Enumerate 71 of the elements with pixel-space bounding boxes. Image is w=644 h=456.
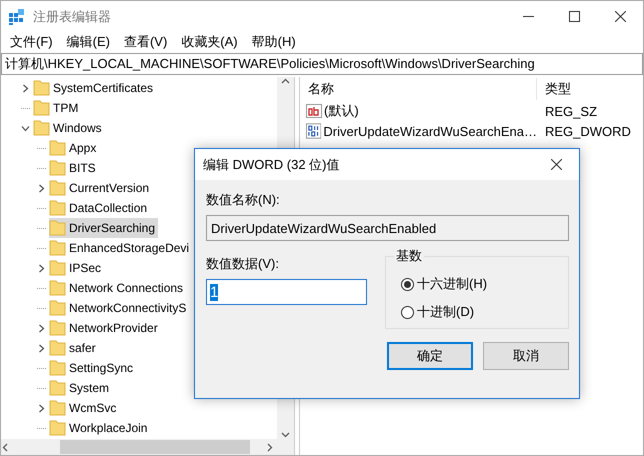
tree-item[interactable]: Network Connections bbox=[49, 278, 186, 298]
radio-option[interactable]: 十六进制(H) bbox=[401, 275, 568, 293]
tree-item[interactable]: System bbox=[49, 378, 112, 398]
tree-item[interactable]: EnhancedStorageDevi bbox=[49, 238, 192, 258]
tree-item[interactable]: DriverSearching bbox=[49, 218, 158, 238]
value-name: DriverUpdateWizardWuSearchEna… bbox=[323, 124, 537, 138]
minimize-icon[interactable] bbox=[522, 16, 534, 18]
folder-icon bbox=[49, 200, 66, 216]
menu-item[interactable]: 帮助(H) bbox=[244, 33, 303, 51]
group-label: 基数 bbox=[394, 247, 424, 265]
folder-icon bbox=[49, 220, 66, 236]
value-name-field[interactable]: DriverUpdateWizardWuSearchEnabled bbox=[206, 215, 569, 241]
value-data-field[interactable]: 1 bbox=[206, 279, 367, 305]
scroll-left-icon[interactable] bbox=[1, 442, 10, 452]
folder-icon bbox=[33, 80, 50, 96]
address-bar[interactable]: 计算机\HKEY_LOCAL_MACHINE\SOFTWARE\Policies\Microsoft\Windows\DriverSearching bbox=[1, 53, 643, 75]
folder-icon bbox=[33, 120, 50, 136]
maximize-icon[interactable] bbox=[568, 11, 580, 22]
tree-item[interactable]: DataCollection bbox=[49, 198, 150, 218]
folder-icon bbox=[49, 180, 66, 196]
folder-icon bbox=[49, 260, 66, 276]
close-icon[interactable] bbox=[614, 11, 626, 22]
ok-button[interactable]: 确定 bbox=[387, 342, 473, 370]
column-header[interactable]: 类型 bbox=[537, 78, 637, 100]
menu-item[interactable]: 收藏夹(A) bbox=[174, 33, 245, 51]
folder-icon bbox=[49, 280, 66, 296]
value-type: REG_DWORD bbox=[544, 124, 631, 138]
tree-item[interactable]: CurrentVersion bbox=[49, 178, 152, 198]
scroll-down-icon[interactable] bbox=[281, 430, 290, 439]
horizontal-scrollbar[interactable] bbox=[1, 439, 294, 455]
field-label: 数值名称(N): bbox=[206, 191, 281, 209]
binary-value-icon bbox=[306, 123, 322, 139]
field-label: 数值数据(V): bbox=[206, 255, 280, 273]
value-name: (默认) bbox=[324, 102, 359, 120]
window-title: 注册表编辑器 bbox=[33, 8, 112, 26]
tree-item[interactable]: Appx bbox=[49, 138, 100, 158]
dialog-title: 编辑 DWORD (32 位)值 bbox=[203, 156, 340, 174]
string-value-icon bbox=[306, 103, 322, 119]
menu-item[interactable]: 文件(F) bbox=[3, 33, 60, 51]
folder-icon bbox=[49, 400, 66, 416]
tree-item[interactable]: TPM bbox=[33, 98, 82, 118]
folder-icon bbox=[49, 380, 66, 396]
column-header[interactable]: 名称 bbox=[300, 78, 537, 100]
menu-item[interactable]: 编辑(E) bbox=[60, 33, 117, 51]
tree-item[interactable]: Windows bbox=[33, 118, 105, 138]
folder-icon bbox=[49, 300, 66, 316]
app-icon bbox=[9, 8, 25, 24]
tree-item[interactable]: WorkplaceJoin bbox=[49, 418, 150, 438]
folder-icon bbox=[49, 160, 66, 176]
folder-icon bbox=[49, 420, 66, 436]
close-icon[interactable] bbox=[550, 159, 562, 170]
value-type: REG_SZ bbox=[544, 104, 598, 118]
menu-item[interactable]: 查看(V) bbox=[116, 33, 174, 51]
cancel-button[interactable]: 取消 bbox=[483, 342, 569, 370]
tree-item[interactable]: safer bbox=[49, 338, 99, 358]
folder-icon bbox=[33, 100, 50, 116]
tree-item[interactable]: IPSec bbox=[49, 258, 104, 278]
folder-icon bbox=[49, 360, 66, 376]
tree-item[interactable]: NetworkProvider bbox=[49, 318, 161, 338]
radio-option[interactable]: 十进制(D) bbox=[401, 303, 568, 321]
tree-item[interactable]: NetworkConnectivityS bbox=[49, 298, 190, 318]
folder-icon bbox=[49, 140, 66, 156]
folder-icon bbox=[49, 340, 66, 356]
folder-icon bbox=[49, 240, 66, 256]
tree-item[interactable]: SystemCertificates bbox=[33, 78, 156, 98]
tree-item[interactable]: BITS bbox=[49, 158, 99, 178]
scroll-right-icon[interactable] bbox=[265, 442, 274, 452]
folder-icon bbox=[49, 320, 66, 336]
tree-item[interactable]: SettingSync bbox=[49, 358, 136, 378]
scroll-up-icon[interactable] bbox=[281, 77, 290, 86]
tree-item[interactable]: WcmSvc bbox=[49, 398, 120, 418]
